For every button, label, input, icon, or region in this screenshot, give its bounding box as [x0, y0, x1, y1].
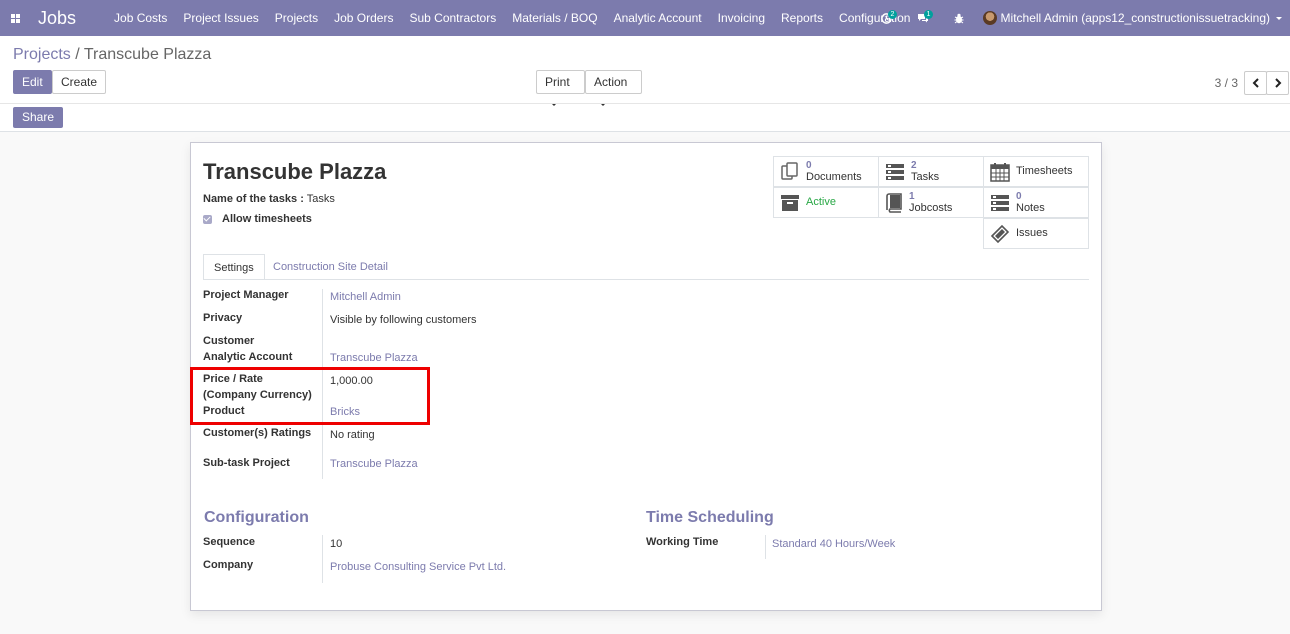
main-menu: Job Costs Project Issues Projects Job Or… [106, 0, 918, 36]
menu-job-orders[interactable]: Job Orders [326, 0, 401, 36]
pager-next-button[interactable] [1266, 71, 1289, 95]
menu-reports[interactable]: Reports [773, 0, 831, 36]
customer-ratings-label: Customer(s) Ratings [203, 427, 312, 439]
control-panel: Projects / Transcube Plazza Edit Create … [0, 36, 1290, 132]
action-label: Action [594, 75, 628, 89]
jobcosts-count: 1 [909, 190, 915, 202]
notes-count: 0 [1016, 190, 1022, 202]
active-toggle-button[interactable]: Active [773, 187, 879, 218]
analytic-account-value[interactable]: Transcube Plazza [330, 352, 418, 364]
chevron-left-icon [1252, 78, 1259, 88]
menu-analytic-account[interactable]: Analytic Account [606, 0, 710, 36]
allow-timesheets-row: Allow timesheets [203, 213, 312, 225]
user-name: Mitchell Admin (apps12_constructionissue… [1000, 11, 1270, 25]
customer-label: Customer [203, 335, 255, 347]
time-scheduling-separator [765, 535, 766, 559]
notes-smart-button[interactable]: 0 Notes [983, 187, 1089, 218]
menu-projects[interactable]: Projects [267, 0, 326, 36]
chevron-right-icon [1274, 78, 1281, 88]
breadcrumb: Projects / Transcube Plazza [13, 46, 211, 64]
documents-icon [781, 161, 798, 180]
activity-clock-icon[interactable]: 2 [869, 0, 905, 36]
sequence-label: Sequence [203, 536, 255, 548]
tasks-smart-button[interactable]: 2 Tasks [878, 156, 984, 187]
menu-sub-contractors[interactable]: Sub Contractors [401, 0, 504, 36]
tasks-name-label: Name of the tasks : [203, 193, 304, 205]
issues-smart-button[interactable]: Issues [983, 218, 1089, 249]
activity-badge: 2 [887, 10, 898, 19]
calendar-icon [990, 162, 1010, 182]
active-label: Active [806, 196, 836, 208]
working-time-label: Working Time [646, 536, 719, 548]
sequence-value[interactable]: 10 [330, 538, 342, 550]
documents-count: 0 [806, 159, 812, 171]
messages-badge: 1 [923, 10, 934, 19]
working-time-value[interactable]: Standard 40 Hours/Week [772, 538, 895, 550]
customer-ratings-value: No rating [330, 429, 375, 441]
share-button[interactable]: Share [13, 107, 64, 128]
time-scheduling-heading: Time Scheduling [646, 509, 774, 526]
company-label: Company [203, 559, 254, 571]
menu-job-costs[interactable]: Job Costs [106, 0, 175, 36]
subtask-project-value[interactable]: Transcube Plazza [330, 458, 418, 470]
tab-construction-site-detail[interactable]: Construction Site Detail [263, 254, 398, 280]
privacy-label: Privacy [203, 312, 243, 324]
configuration-heading: Configuration [204, 509, 309, 526]
tab-settings[interactable]: Settings [203, 254, 265, 280]
tabs-divider [203, 279, 1089, 280]
project-manager-label: Project Manager [203, 289, 289, 301]
privacy-value[interactable]: Visible by following customers [330, 314, 477, 326]
issues-label: Issues [1016, 227, 1048, 239]
apps-menu-icon[interactable] [0, 0, 26, 36]
tasks-list-icon [886, 163, 904, 180]
messages-icon[interactable]: 1 [905, 0, 941, 36]
book-icon [886, 192, 902, 213]
control-divider [0, 103, 1290, 104]
debug-bug-icon[interactable] [941, 0, 977, 36]
menu-project-issues[interactable]: Project Issues [175, 0, 266, 36]
top-navbar: Jobs Job Costs Project Issues Projects J… [0, 0, 1290, 36]
pager-previous-button[interactable] [1244, 71, 1267, 95]
configuration-separator [322, 535, 323, 583]
allow-timesheets-checkbox[interactable] [203, 214, 212, 224]
allow-timesheets-label: Allow timesheets [222, 213, 312, 225]
archive-icon [781, 194, 799, 211]
tasks-name-row: Name of the tasks : Tasks [203, 193, 335, 205]
tasks-name-value[interactable]: Tasks [307, 193, 335, 205]
notes-list-icon [991, 194, 1009, 211]
timesheets-smart-button[interactable]: Timesheets [983, 156, 1089, 187]
breadcrumb-projects[interactable]: Projects [13, 46, 71, 63]
chevron-down-icon [1276, 16, 1282, 20]
analytic-account-label: Analytic Account [203, 351, 293, 363]
project-manager-value[interactable]: Mitchell Admin [330, 291, 401, 303]
tasks-count: 2 [911, 159, 917, 171]
timesheets-label: Timesheets [1016, 165, 1073, 177]
edit-button[interactable]: Edit [13, 70, 52, 94]
pager-value[interactable]: 3 / 3 [1215, 76, 1238, 90]
jobcosts-smart-button[interactable]: 1 Jobcosts [878, 187, 984, 218]
user-avatar [982, 11, 997, 25]
user-menu[interactable]: Mitchell Admin (apps12_constructionissue… [977, 11, 1290, 25]
breadcrumb-separator: / [70, 46, 84, 63]
record-title[interactable]: Transcube Plazza [203, 159, 386, 185]
highlight-annotation-box [190, 367, 430, 425]
company-value[interactable]: Probuse Consulting Service Pvt Ltd. [330, 561, 506, 573]
navbar-systray: 2 1 Mitchell Admin (apps12_constructioni… [869, 0, 1290, 36]
tasks-label: Tasks [911, 170, 940, 183]
action-button[interactable]: Action [585, 70, 642, 107]
subtask-project-label: Sub-task Project [203, 457, 290, 469]
documents-label: Documents [806, 170, 862, 183]
print-button[interactable]: Print [536, 70, 585, 107]
breadcrumb-current: Transcube Plazza [83, 46, 212, 63]
jobcosts-label: Jobcosts [909, 201, 953, 214]
documents-smart-button[interactable]: 0 Documents [773, 156, 879, 187]
print-label: Print [545, 75, 570, 89]
menu-invoicing[interactable]: Invoicing [710, 0, 773, 36]
app-brand[interactable]: Jobs [38, 8, 76, 29]
menu-materials-boq[interactable]: Materials / BOQ [504, 0, 605, 36]
create-button[interactable]: Create [52, 70, 107, 94]
notes-label: Notes [1016, 201, 1045, 214]
ticket-icon [990, 224, 1010, 243]
